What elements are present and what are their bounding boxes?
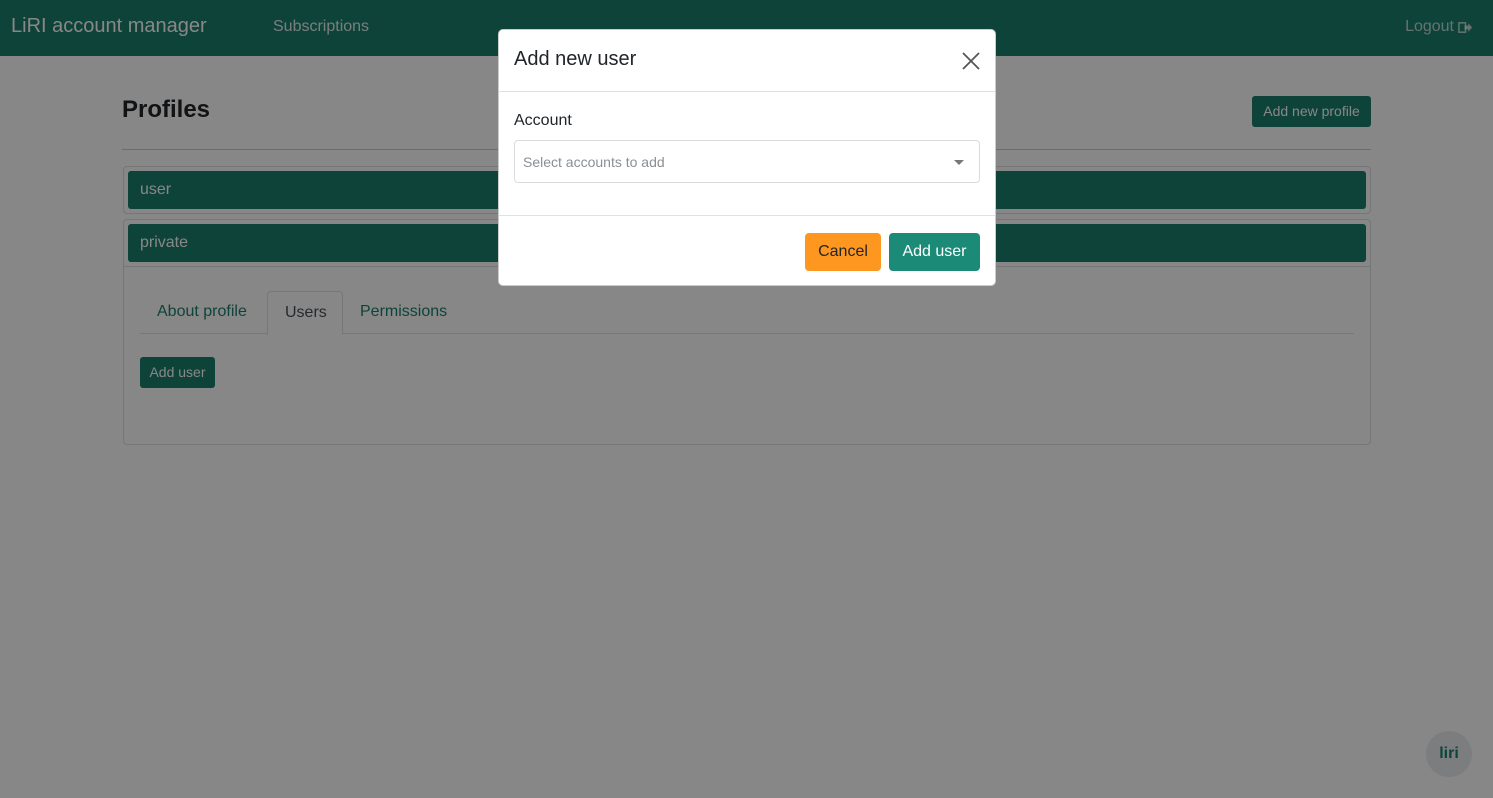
cancel-button[interactable]: Cancel bbox=[805, 233, 881, 271]
modal-footer: Cancel Add user bbox=[499, 215, 995, 287]
modal-header: Add new user bbox=[499, 30, 995, 92]
chevron-down-icon bbox=[954, 160, 964, 165]
account-label: Account bbox=[514, 112, 572, 129]
add-user-modal: Add new user Account Select accounts to … bbox=[498, 29, 996, 286]
modal-title: Add new user bbox=[514, 48, 637, 70]
close-icon[interactable] bbox=[960, 50, 982, 72]
add-user-submit-button[interactable]: Add user bbox=[889, 233, 980, 271]
account-select-placeholder: Select accounts to add bbox=[523, 154, 665, 170]
account-select[interactable]: Select accounts to add bbox=[514, 140, 980, 183]
